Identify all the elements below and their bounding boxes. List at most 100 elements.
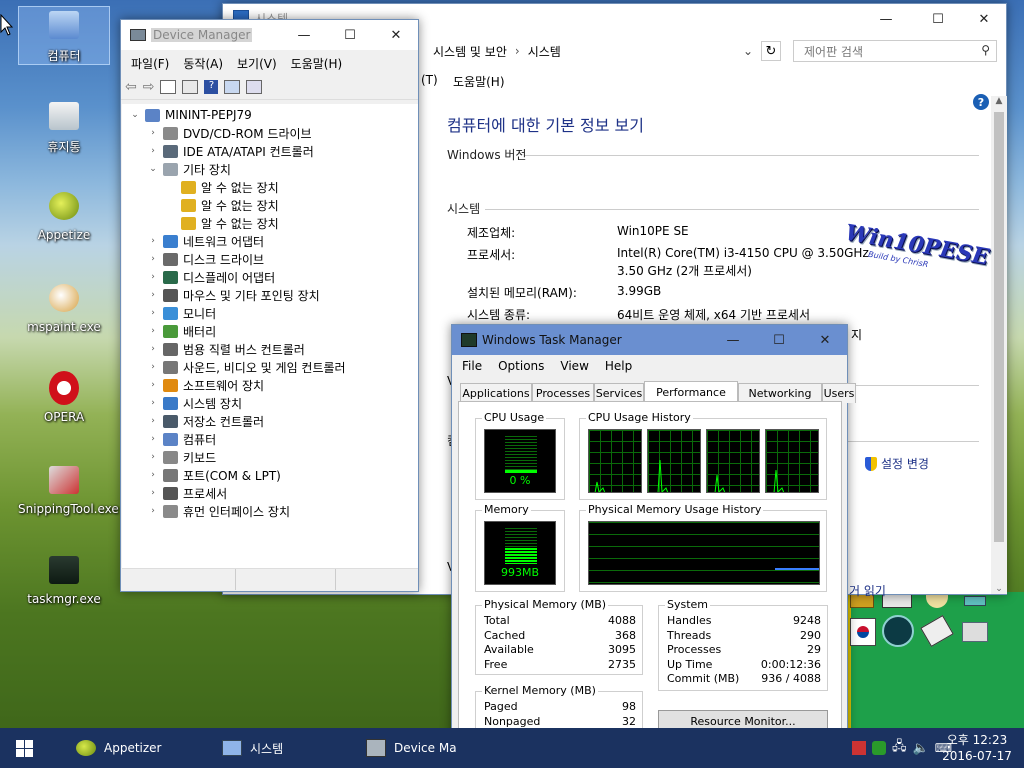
- scrollbar-down-icon[interactable]: ⌄: [991, 584, 1007, 594]
- taskbar-item-appetizer[interactable]: Appetizer: [76, 728, 161, 768]
- dm-menu-item[interactable]: 도움말(H): [284, 55, 350, 72]
- tab-performance[interactable]: Performance: [644, 381, 738, 403]
- desktop-icon-appetize[interactable]: Appetize: [18, 188, 110, 242]
- collapse-icon[interactable]: ⌄: [148, 164, 158, 174]
- scan-icon[interactable]: [246, 79, 263, 94]
- tm-menu-item[interactable]: Help: [597, 359, 640, 373]
- emblem-icon[interactable]: [882, 615, 914, 647]
- tab-users[interactable]: Users: [822, 383, 856, 403]
- tm-menu-item[interactable]: File: [454, 359, 490, 373]
- tree-item[interactable]: › 네트워크 어댑터: [148, 232, 264, 250]
- expand-icon[interactable]: ›: [148, 272, 158, 282]
- tab-applications[interactable]: Applications: [460, 383, 532, 403]
- desktop-icon-paint[interactable]: mspaint.exe: [18, 280, 110, 334]
- search-input[interactable]: 제어판 검색 ⚲: [793, 40, 997, 62]
- minimize-button[interactable]: —: [863, 4, 909, 34]
- dm-menu-item[interactable]: 파일(F): [124, 55, 176, 72]
- address-bar[interactable]: 시스템 및 보안 › 시스템: [419, 40, 781, 62]
- desktop-icon-recycle-bin[interactable]: 휴지통: [18, 98, 110, 155]
- desktop-icon-opera[interactable]: OPERA: [18, 370, 110, 424]
- tree-item[interactable]: › 디스크 드라이브: [148, 250, 264, 268]
- expand-icon[interactable]: ›: [148, 344, 158, 354]
- expand-icon[interactable]: ›: [148, 470, 158, 480]
- expand-icon[interactable]: ›: [148, 254, 158, 264]
- tree-item[interactable]: › 범용 직렬 버스 컨트롤러: [148, 340, 305, 358]
- tree-item[interactable]: › 키보드: [148, 448, 216, 466]
- close-button[interactable]: ✕: [961, 4, 1007, 34]
- tab-networking[interactable]: Networking: [738, 383, 822, 403]
- settings-change-label[interactable]: 설정 변경: [881, 455, 929, 472]
- expand-icon[interactable]: ›: [148, 128, 158, 138]
- minimize-button[interactable]: —: [710, 325, 756, 355]
- expand-icon[interactable]: ›: [148, 326, 158, 336]
- scrollbar-up-icon[interactable]: ▲: [991, 96, 1007, 112]
- menu-tools[interactable]: (T): [421, 73, 438, 87]
- help-icon[interactable]: ?: [204, 79, 219, 94]
- read-more-link[interactable]: 거 읽기: [849, 582, 886, 599]
- desktop-icon-snipping-tool[interactable]: SnippingTool.exe: [18, 462, 119, 516]
- tree-item[interactable]: › 컴퓨터: [148, 430, 216, 448]
- view-icon[interactable]: [182, 79, 199, 94]
- tree-root[interactable]: ⌄ MININT-PEPJ79: [130, 106, 252, 124]
- tree-item[interactable]: › 모니터: [148, 304, 216, 322]
- tm-menu-item[interactable]: Options: [490, 359, 552, 373]
- maximize-button[interactable]: ☐: [327, 20, 373, 50]
- expand-icon[interactable]: ›: [148, 416, 158, 426]
- refresh-icon[interactable]: ↻: [761, 41, 781, 61]
- help-icon[interactable]: ?: [973, 94, 989, 110]
- address-dropdown-icon[interactable]: ⌄: [743, 44, 753, 58]
- security-shield-icon[interactable]: [872, 741, 886, 755]
- settings-change-link[interactable]: 설정 변경: [865, 455, 929, 472]
- forward-icon[interactable]: ⇨: [143, 79, 155, 95]
- tree-item[interactable]: › DVD/CD-ROM 드라이브: [148, 124, 312, 142]
- search-icon[interactable]: ⚲: [981, 43, 990, 57]
- flag-icon[interactable]: [850, 618, 876, 646]
- desktop-icon-computer[interactable]: 컴퓨터: [18, 6, 110, 65]
- expand-icon[interactable]: ›: [148, 452, 158, 462]
- tm-menu-item[interactable]: View: [552, 359, 596, 373]
- breadcrumb-1[interactable]: 시스템: [528, 43, 561, 60]
- network-icon[interactable]: 🖧: [892, 737, 907, 759]
- tab-processes[interactable]: Processes: [532, 383, 594, 403]
- tree-item[interactable]: 알 수 없는 장치: [166, 214, 279, 232]
- properties-icon[interactable]: [160, 79, 177, 94]
- collapse-icon[interactable]: ⌄: [130, 110, 140, 120]
- desktop-icon-taskmgr[interactable]: taskmgr.exe: [18, 552, 110, 606]
- maximize-button[interactable]: ☐: [756, 325, 802, 355]
- expand-icon[interactable]: ›: [148, 362, 158, 372]
- tree-item[interactable]: › 시스템 장치: [148, 394, 242, 412]
- update-driver-icon[interactable]: [224, 79, 241, 94]
- scrollbar-thumb[interactable]: [994, 112, 1004, 542]
- maximize-button[interactable]: ☐: [915, 4, 961, 34]
- tab-services[interactable]: Services: [594, 383, 644, 403]
- flag-tray-icon[interactable]: [852, 741, 866, 755]
- device-manager-title-bar[interactable]: Device Manager — ☐ ✕: [121, 20, 418, 50]
- tree-item[interactable]: › 휴먼 인터페이스 장치: [148, 502, 290, 520]
- scrollbar[interactable]: ▲ ⌄: [991, 96, 1007, 594]
- tree-item[interactable]: ⌄ 기타 장치: [148, 160, 231, 178]
- minimize-button[interactable]: —: [281, 20, 327, 50]
- expand-icon[interactable]: ›: [148, 146, 158, 156]
- tree-item[interactable]: › IDE ATA/ATAPI 컨트롤러: [148, 142, 314, 160]
- volume-icon[interactable]: 🔈: [913, 741, 929, 756]
- tree-item[interactable]: 알 수 없는 장치: [166, 178, 279, 196]
- tree-item[interactable]: › 사운드, 비디오 및 게임 컨트롤러: [148, 358, 346, 376]
- breadcrumb-0[interactable]: 시스템 및 보안: [433, 43, 507, 60]
- tree-item[interactable]: › 마우스 및 기타 포인팅 장치: [148, 286, 320, 304]
- expand-icon[interactable]: ›: [148, 488, 158, 498]
- start-button[interactable]: [0, 728, 48, 768]
- expand-icon[interactable]: ›: [148, 290, 158, 300]
- expand-icon[interactable]: ›: [148, 308, 158, 318]
- tree-item[interactable]: 알 수 없는 장치: [166, 196, 279, 214]
- close-button[interactable]: ✕: [802, 325, 848, 355]
- menu-help[interactable]: 도움말(H): [453, 73, 505, 90]
- clock[interactable]: 오후 12:23 2016-07-17: [938, 728, 1016, 768]
- tree-item[interactable]: › 저장소 컨트롤러: [148, 412, 264, 430]
- expand-icon[interactable]: ›: [148, 398, 158, 408]
- tree-item[interactable]: › 프로세서: [148, 484, 227, 502]
- expand-icon[interactable]: ›: [148, 380, 158, 390]
- back-icon[interactable]: ⇦: [125, 79, 137, 95]
- taskbar-item-device-manager[interactable]: Device Ma: [366, 728, 457, 768]
- taskbar-item-system[interactable]: 시스템: [222, 728, 283, 768]
- task-manager-title-bar[interactable]: Windows Task Manager — ☐ ✕: [452, 325, 847, 355]
